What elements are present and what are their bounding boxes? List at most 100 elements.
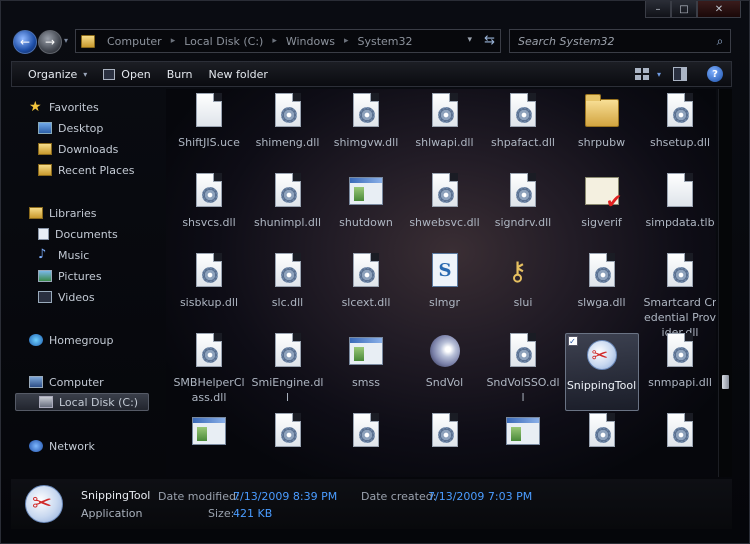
breadcrumb-computer[interactable]: Computer ▸	[107, 35, 184, 48]
details-created-value[interactable]: 7/13/2009 7:03 PM	[428, 490, 532, 503]
recent-pages-dropdown[interactable]: ▾	[64, 36, 68, 45]
file-item[interactable]	[251, 413, 325, 455]
nav-music[interactable]: ♪ Music	[38, 246, 89, 264]
minimize-button[interactable]: –	[645, 1, 671, 18]
help-icon[interactable]: ?	[707, 66, 723, 82]
file-item[interactable]: shlwapi.dll	[408, 93, 482, 150]
back-button[interactable]: ←	[13, 30, 37, 54]
breadcrumb-separator[interactable]: ▸	[344, 36, 349, 46]
file-item[interactable]: Smartcard Credential Provider.dll	[643, 253, 716, 340]
nav-downloads[interactable]: Downloads	[38, 140, 118, 158]
close-button[interactable]: ✕	[697, 1, 741, 18]
file-item[interactable]: snmpapi.dll	[643, 333, 716, 390]
selection-checkbox[interactable]: ✓	[567, 336, 578, 346]
nav-label: Videos	[58, 290, 95, 304]
file-item[interactable]	[486, 413, 560, 455]
file-item[interactable]	[565, 413, 639, 455]
nav-label: Recent Places	[58, 163, 135, 177]
refresh-icon[interactable]: ⇆	[484, 33, 495, 48]
nav-pictures[interactable]: Pictures	[38, 267, 102, 285]
file-item[interactable]: SmiEngine.dll	[251, 333, 325, 405]
vertical-scrollbar[interactable]	[718, 89, 732, 477]
file-item[interactable]: SMBHelperClass.dll	[172, 333, 246, 405]
network-icon	[29, 440, 43, 452]
file-item[interactable]: shunimpl.dll	[251, 173, 325, 230]
dll-gear-icon	[663, 253, 697, 291]
new-folder-label: New folder	[208, 67, 268, 81]
nav-libraries[interactable]: Libraries	[29, 204, 97, 222]
breadcrumb-separator[interactable]: ▸	[272, 36, 277, 46]
file-item[interactable]: SndVol	[408, 333, 482, 390]
file-item[interactable]: shsvcs.dll	[172, 173, 246, 230]
nav-favorites[interactable]: ★ Favorites	[29, 98, 99, 116]
file-item[interactable]: shimgvw.dll	[329, 93, 403, 150]
file-item[interactable]	[408, 413, 482, 455]
dll-gear-icon	[271, 413, 305, 451]
file-item[interactable]: shimeng.dll	[251, 93, 325, 150]
nav-recent-places[interactable]: Recent Places	[38, 161, 135, 179]
file-item[interactable]: slmgr	[408, 253, 482, 310]
file-item[interactable]: shsetup.dll	[643, 93, 716, 150]
file-item[interactable]: shutdown	[329, 173, 403, 230]
details-size-value[interactable]: 421 KB	[233, 507, 272, 520]
file-item[interactable]: ✓ SnippingTool	[564, 333, 639, 411]
search-icon[interactable]: ⌕	[710, 34, 730, 49]
organize-button[interactable]: Organize ▾	[12, 62, 95, 86]
file-item[interactable]: ⚷ slui	[486, 253, 560, 310]
file-item[interactable]: ✔ sigverif	[565, 173, 639, 230]
file-item[interactable]: smss	[329, 333, 403, 390]
forward-button[interactable]: →	[38, 30, 62, 54]
file-item[interactable]: SndVolSSO.dll	[486, 333, 560, 405]
file-item[interactable]: simpdata.tlb	[643, 173, 716, 230]
file-name: shimeng.dll	[255, 136, 320, 149]
dll-gear-icon	[663, 413, 697, 451]
new-folder-button[interactable]: New folder	[201, 62, 276, 86]
details-pane: SnippingTool Application Date modified: …	[11, 479, 732, 529]
file-item[interactable]: shwebsvc.dll	[408, 173, 482, 230]
burn-button[interactable]: Burn	[159, 62, 201, 86]
maximize-button[interactable]: □	[671, 1, 697, 18]
file-item[interactable]: slc.dll	[251, 253, 325, 310]
chevron-down-icon[interactable]: ▾	[657, 70, 661, 79]
search-input[interactable]: Search System32	[518, 35, 710, 48]
file-item[interactable]: slcext.dll	[329, 253, 403, 310]
nav-homegroup[interactable]: Homegroup	[29, 331, 113, 349]
dll-gear-icon	[506, 333, 540, 371]
search-box[interactable]: Search System32 ⌕	[509, 29, 731, 53]
change-view-icon[interactable]	[634, 68, 649, 80]
breadcrumb-local-disk[interactable]: Local Disk (C:) ▸	[184, 35, 286, 48]
details-file-type: Application	[81, 507, 143, 520]
file-item[interactable]	[643, 413, 716, 455]
file-item[interactable]: sisbkup.dll	[172, 253, 246, 310]
breadcrumb-separator[interactable]: ▸	[171, 36, 176, 46]
file-name: SMBHelperClass.dll	[173, 376, 245, 404]
dll-gear-icon	[428, 413, 462, 451]
homegroup-icon	[29, 334, 43, 346]
nav-videos[interactable]: Videos	[38, 288, 95, 306]
file-item[interactable]: shrpubw	[565, 93, 639, 150]
nav-network[interactable]: Network	[29, 437, 95, 455]
details-modified-value[interactable]: 7/13/2009 8:39 PM	[233, 490, 337, 503]
file-item[interactable]: shpafact.dll	[486, 93, 560, 150]
nav-local-disk[interactable]: Local Disk (C:)	[15, 393, 149, 411]
dll-gear-icon	[349, 413, 383, 451]
preview-pane-icon[interactable]	[673, 67, 687, 81]
open-button[interactable]: Open	[95, 62, 158, 86]
certificate-check-icon: ✔	[584, 173, 623, 213]
file-item[interactable]: slwga.dll	[565, 253, 639, 310]
breadcrumb-windows[interactable]: Windows ▸	[286, 35, 358, 48]
address-history-dropdown[interactable]: ▾	[467, 35, 472, 45]
file-item[interactable]: ShiftJIS.uce	[172, 93, 246, 150]
file-item[interactable]	[329, 413, 403, 455]
file-name: shlwapi.dll	[415, 136, 474, 149]
nav-computer[interactable]: Computer	[29, 373, 104, 391]
breadcrumb-system32[interactable]: System32	[358, 35, 413, 48]
keys-icon: ⚷	[508, 257, 528, 287]
address-bar[interactable]: Computer ▸ Local Disk (C:) ▸ Windows ▸ S…	[75, 29, 501, 53]
file-item[interactable]: signdrv.dll	[486, 173, 560, 230]
scrollbar-thumb[interactable]	[722, 375, 729, 389]
nav-documents[interactable]: Documents	[38, 225, 118, 243]
dll-gear-icon	[663, 333, 697, 371]
file-item[interactable]	[172, 413, 246, 455]
nav-desktop[interactable]: Desktop	[38, 119, 103, 137]
